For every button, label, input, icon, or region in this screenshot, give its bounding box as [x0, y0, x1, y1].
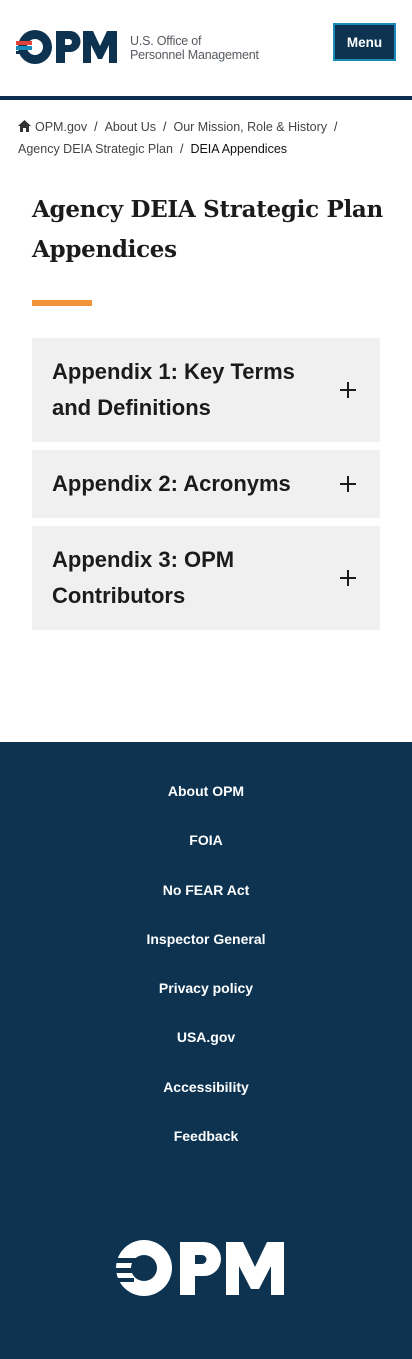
breadcrumb-current: DEIA Appendices	[190, 142, 288, 156]
agency-name-line2: Personnel Management	[130, 48, 259, 62]
plus-icon[interactable]	[340, 382, 356, 398]
accordion-item-label: Appendix 2: Acronyms	[52, 471, 291, 496]
breadcrumb-link-mission[interactable]: Our Mission, Role & History	[174, 120, 328, 134]
breadcrumb-link-about-us[interactable]: About Us	[105, 120, 156, 134]
site-header: U.S. Office of Personnel Management Menu	[0, 0, 412, 96]
footer-link-privacy-policy[interactable]: Privacy policy	[0, 977, 412, 1026]
footer-link-foia[interactable]: FOIA	[0, 829, 412, 878]
site-footer: About OPM FOIA No FEAR Act Inspector Gen…	[0, 742, 412, 1359]
accordion-item-appendix-1[interactable]: Appendix 1: Key Terms and Definitions	[32, 338, 380, 442]
accordion-item-label: Appendix 1: Key Terms and Definitions	[52, 359, 295, 420]
title-accent-bar	[32, 300, 92, 306]
accordion-item-appendix-2[interactable]: Appendix 2: Acronyms	[32, 450, 380, 518]
opm-logo[interactable]	[16, 28, 122, 66]
breadcrumb-separator: /	[94, 120, 98, 134]
appendix-accordion: Appendix 1: Key Terms and Definitions Ap…	[32, 338, 380, 638]
breadcrumb-link-deia-plan[interactable]: Agency DEIA Strategic Plan	[18, 142, 173, 156]
footer-link-accessibility[interactable]: Accessibility	[0, 1076, 412, 1125]
accordion-item-appendix-3[interactable]: Appendix 3: OPM Contributors	[32, 526, 380, 630]
footer-link-usa-gov[interactable]: USA.gov	[0, 1026, 412, 1075]
agency-name: U.S. Office of Personnel Management	[130, 34, 259, 62]
accordion-item-label: Appendix 3: OPM Contributors	[52, 547, 235, 608]
breadcrumb-separator: /	[179, 142, 184, 156]
page-title: Agency DEIA Strategic Plan Appendices	[32, 196, 383, 263]
header-divider	[0, 96, 412, 100]
breadcrumb-separator: /	[334, 120, 338, 134]
footer-links: About OPM FOIA No FEAR Act Inspector Gen…	[0, 780, 412, 1174]
breadcrumb: OPM.gov / About Us / Our Mission, Role & His…	[18, 116, 398, 160]
menu-button[interactable]: Menu	[333, 23, 396, 61]
footer-link-no-fear-act[interactable]: No FEAR Act	[0, 879, 412, 928]
footer-link-inspector-general[interactable]: Inspector General	[0, 928, 412, 977]
plus-icon[interactable]	[340, 570, 356, 586]
opm-footer-logo[interactable]	[112, 1238, 294, 1298]
breadcrumb-separator: /	[163, 120, 167, 134]
agency-name-line1: U.S. Office of	[130, 34, 202, 48]
plus-icon[interactable]	[340, 476, 356, 492]
footer-link-feedback[interactable]: Feedback	[0, 1125, 412, 1174]
home-icon	[18, 120, 31, 132]
breadcrumb-link-opm[interactable]: OPM.gov	[35, 120, 87, 134]
footer-link-about-opm[interactable]: About OPM	[0, 780, 412, 829]
